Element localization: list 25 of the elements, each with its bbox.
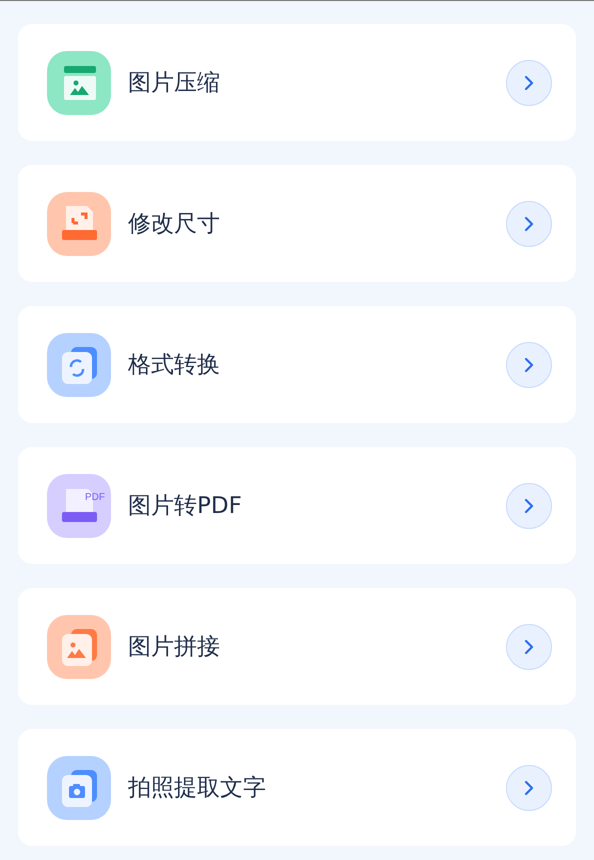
images-icon [47, 614, 111, 678]
chevron-button[interactable] [506, 200, 552, 246]
chevron-button[interactable] [506, 764, 552, 810]
image-compress-icon [47, 50, 111, 114]
tool-card[interactable]: 图片拼接 [18, 588, 576, 705]
tool-label: 拍照提取文字 [128, 774, 267, 803]
tool-card[interactable]: PDF 图片转PDF [18, 447, 576, 564]
tool-card[interactable]: 图片压缩 [18, 24, 576, 141]
tool-label: 图片拼接 [128, 633, 221, 662]
chevron-button[interactable] [506, 482, 552, 528]
chevron-button[interactable] [506, 342, 552, 388]
convert-icon [47, 332, 111, 396]
resize-icon [47, 192, 111, 256]
tool-card[interactable]: 格式转换 [18, 306, 576, 423]
pdf-icon [47, 474, 111, 538]
tool-label: 图片转PDF [128, 492, 243, 521]
camera-icon [47, 756, 111, 820]
chevron-button[interactable] [506, 624, 552, 670]
tool-label: 修改尺寸 [128, 210, 221, 239]
icon-label: PDF [85, 492, 105, 504]
tool-label: 图片压缩 [128, 69, 221, 98]
tool-card[interactable]: 拍照提取文字 [18, 729, 576, 846]
tool-label: 格式转换 [128, 351, 221, 380]
chevron-button[interactable] [506, 60, 552, 106]
tool-card[interactable]: 修改尺寸 [18, 165, 576, 282]
